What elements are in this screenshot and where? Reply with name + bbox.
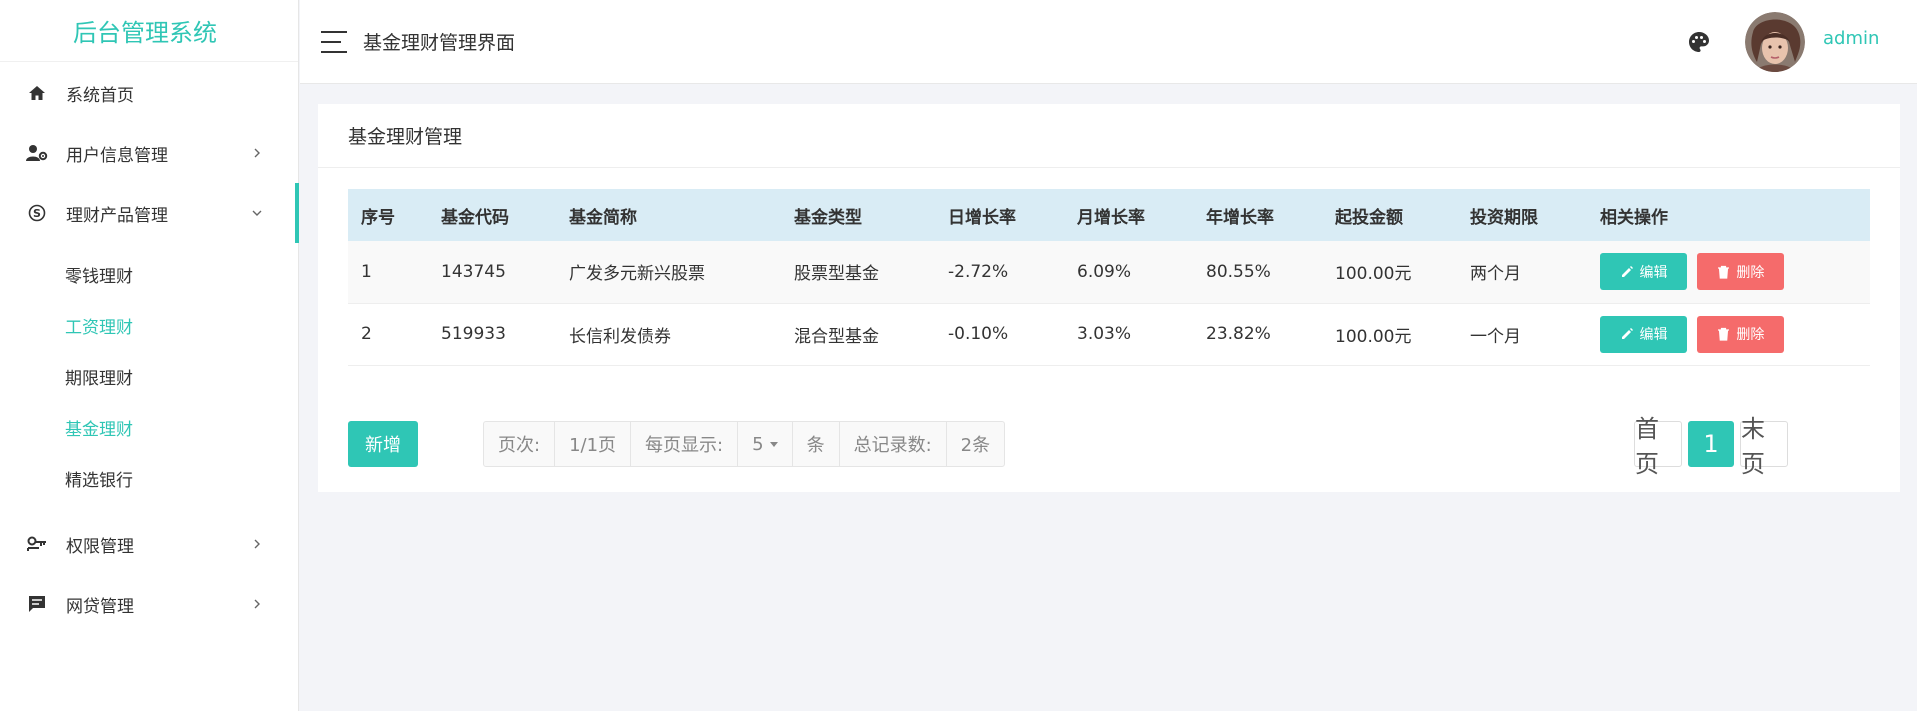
column-header: 序号 xyxy=(361,207,395,228)
column-header: 相关操作 xyxy=(1600,207,1668,228)
pager: 首页 1 末页 xyxy=(1634,415,1788,478)
sidebar-item-label: 权限管理 xyxy=(66,536,134,557)
sidebar: 后台管理系统 系统首页 用户信息管理 S 理财产品管理 零钱理财 工资理财 期限… xyxy=(0,0,299,711)
cell-term: 一个月 xyxy=(1470,326,1521,347)
cell-yearly-growth: 23.82% xyxy=(1206,324,1271,344)
cell-fund-code: 143745 xyxy=(441,261,506,282)
table-row: 2 519933 长信利发债券 混合型基金 -0.10% 3.03% 23.82… xyxy=(348,303,1870,365)
cell-monthly-growth: 6.09% xyxy=(1077,261,1132,282)
avatar[interactable] xyxy=(1745,12,1805,72)
cell-fund-type: 混合型基金 xyxy=(794,326,879,347)
column-header: 起投金额 xyxy=(1335,207,1403,228)
user-settings-icon xyxy=(26,142,48,164)
trash-icon xyxy=(1718,265,1730,279)
column-header: 基金类型 xyxy=(794,207,862,228)
home-icon xyxy=(26,82,48,104)
cell-monthly-growth: 3.03% xyxy=(1077,324,1132,344)
cell-min-investment: 100.00元 xyxy=(1335,326,1412,347)
pagination-info: 页次: 1/1页 每页显示: 5 条 总记录数: 2条 xyxy=(483,421,1006,467)
skype-icon: S xyxy=(26,202,48,224)
first-page-button[interactable]: 首页 xyxy=(1634,415,1682,478)
cell-term: 两个月 xyxy=(1470,264,1521,285)
sidebar-item-user-management[interactable]: 用户信息管理 xyxy=(0,123,298,183)
cell-index: 1 xyxy=(361,261,372,282)
per-page-unit: 条 xyxy=(793,422,840,466)
sidebar-subitem-fund-finance[interactable]: 基金理财 xyxy=(0,402,298,453)
table-row: 1 143745 广发多元新兴股票 股票型基金 -2.72% 6.09% 80.… xyxy=(348,241,1870,303)
column-header: 基金简称 xyxy=(569,207,637,228)
sidebar-item-finance-products[interactable]: S 理财产品管理 xyxy=(0,183,299,243)
caret-down-icon xyxy=(769,441,778,447)
delete-button[interactable]: 删除 xyxy=(1697,315,1785,353)
fund-management-card: 基金理财管理 序号 基金代码 基金简称 基金类型 日增长率 月增长率 年增长率 … xyxy=(318,104,1900,492)
cell-fund-type: 股票型基金 xyxy=(794,264,879,285)
sidebar-subitem-salary-finance[interactable]: 工资理财 xyxy=(0,300,298,351)
sidebar-item-label: 用户信息管理 xyxy=(66,145,168,166)
edit-button-label: 编辑 xyxy=(1639,327,1668,343)
cell-index: 2 xyxy=(361,324,372,344)
cell-actions: 编辑 删除 xyxy=(1587,241,1870,303)
key-icon xyxy=(26,533,48,555)
pencil-icon xyxy=(1621,265,1633,277)
palette-icon[interactable] xyxy=(1687,30,1711,54)
page-title: 基金理财管理界面 xyxy=(363,32,516,54)
pencil-icon xyxy=(1621,328,1633,339)
column-header: 基金代码 xyxy=(441,207,509,228)
edit-button[interactable]: 编辑 xyxy=(1600,253,1687,291)
total-label: 总记录数: xyxy=(840,422,947,466)
delete-button[interactable]: 删除 xyxy=(1697,253,1785,291)
sidebar-subitem-change-finance[interactable]: 零钱理财 xyxy=(0,249,298,300)
cell-daily-growth: -2.72% xyxy=(948,261,1009,282)
column-header: 月增长率 xyxy=(1077,207,1145,228)
per-page-label: 每页显示: xyxy=(631,422,739,466)
message-icon xyxy=(26,593,48,615)
cell-fund-name: 长信利发债券 xyxy=(569,326,671,347)
per-page-select[interactable]: 5 xyxy=(738,422,793,466)
delete-button-label: 删除 xyxy=(1736,327,1765,343)
chevron-right-icon xyxy=(250,146,264,160)
last-page-button[interactable]: 末页 xyxy=(1740,415,1788,478)
sidebar-subitem-selected-banks[interactable]: 精选银行 xyxy=(0,453,298,504)
sidebar-item-home[interactable]: 系统首页 xyxy=(0,63,298,123)
total-value: 2条 xyxy=(960,435,991,456)
sidebar-item-p2p-loans[interactable]: 网贷管理 xyxy=(0,574,298,634)
page-number-button[interactable]: 1 xyxy=(1688,421,1734,467)
column-header: 投资期限 xyxy=(1470,207,1538,228)
cell-fund-name: 广发多元新兴股票 xyxy=(569,264,705,285)
card-title: 基金理财管理 xyxy=(318,104,1900,168)
delete-button-label: 删除 xyxy=(1736,264,1765,281)
sidebar-subitem-term-finance[interactable]: 期限理财 xyxy=(0,351,298,402)
cell-fund-code: 519933 xyxy=(441,324,506,344)
username-link[interactable]: admin xyxy=(1823,28,1879,49)
trash-icon xyxy=(1718,327,1730,341)
sidebar-item-permissions[interactable]: 权限管理 xyxy=(0,514,298,574)
page-label: 页次: xyxy=(484,422,556,466)
finance-submenu: 零钱理财 工资理财 期限理财 基金理财 精选银行 xyxy=(0,243,298,514)
chevron-right-icon xyxy=(250,537,264,551)
top-header: 基金理财管理界面 admin xyxy=(300,0,1917,84)
cell-yearly-growth: 80.55% xyxy=(1206,261,1271,282)
svg-text:S: S xyxy=(33,207,41,220)
page-value: 1/1页 xyxy=(555,422,632,466)
per-page-value: 5 xyxy=(752,433,764,455)
brand-title: 后台管理系统 xyxy=(0,0,298,62)
sidebar-item-label: 网贷管理 xyxy=(66,596,134,617)
cell-actions: 编辑 删除 xyxy=(1587,303,1870,365)
column-header: 日增长率 xyxy=(948,207,1016,228)
add-button[interactable]: 新增 xyxy=(348,421,418,467)
fund-table: 序号 基金代码 基金简称 基金类型 日增长率 月增长率 年增长率 起投金额 投资… xyxy=(348,189,1870,366)
menu-toggle-icon[interactable] xyxy=(321,30,347,53)
cell-daily-growth: -0.10% xyxy=(948,324,1009,344)
table-header-row: 序号 基金代码 基金简称 基金类型 日增长率 月增长率 年增长率 起投金额 投资… xyxy=(348,189,1870,241)
edit-button[interactable]: 编辑 xyxy=(1600,315,1687,353)
column-header: 年增长率 xyxy=(1206,207,1274,228)
edit-button-label: 编辑 xyxy=(1639,264,1668,281)
cell-min-investment: 100.00元 xyxy=(1335,264,1412,285)
sidebar-item-label: 系统首页 xyxy=(66,85,134,106)
chevron-down-icon xyxy=(250,206,264,220)
sidebar-item-label: 理财产品管理 xyxy=(66,205,168,226)
chevron-right-icon xyxy=(250,597,264,611)
